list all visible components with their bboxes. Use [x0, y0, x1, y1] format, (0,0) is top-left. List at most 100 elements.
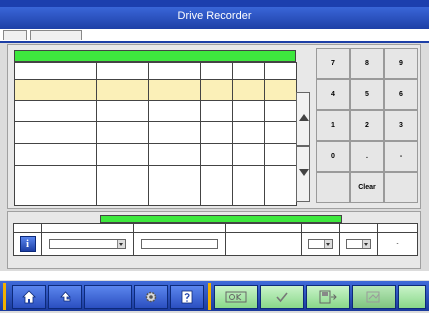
key-decimal[interactable]: .	[350, 141, 384, 172]
key-blank	[384, 172, 418, 203]
key-6[interactable]: 6	[384, 79, 418, 110]
table-cell: i	[13, 232, 42, 256]
key-minus[interactable]: -	[384, 141, 418, 172]
info-icon[interactable]: i	[19, 236, 36, 252]
check-icon	[276, 292, 288, 303]
dropdown-arrow-icon	[116, 240, 125, 248]
column-header-threshold	[133, 223, 226, 233]
key-0[interactable]: 0	[316, 141, 350, 172]
table-cell	[148, 165, 201, 206]
table-cell	[14, 143, 97, 166]
dropdown-arrow-icon	[362, 240, 371, 248]
export-button[interactable]	[352, 285, 396, 309]
blank-toolbar-button	[398, 285, 426, 309]
table-cell	[14, 121, 97, 144]
table-cell	[148, 143, 201, 166]
table-cell	[339, 232, 378, 256]
save-icon	[319, 290, 337, 304]
table-header-row	[13, 223, 418, 233]
table-cell	[41, 232, 134, 256]
table-cell	[264, 165, 297, 206]
table-row[interactable]	[14, 165, 297, 206]
table-cell	[264, 79, 297, 101]
settings-button[interactable]	[134, 285, 168, 309]
table-cell	[232, 121, 265, 144]
column-header-item-name	[41, 223, 134, 233]
table-cell	[264, 143, 297, 166]
tab-data-display[interactable]	[84, 30, 144, 40]
table-cell	[96, 100, 149, 122]
table-row: i -	[13, 232, 418, 256]
key-8[interactable]: 8	[350, 48, 384, 79]
help-icon	[181, 290, 193, 304]
back-icon	[60, 291, 71, 302]
item-setting-table: i -	[13, 223, 418, 256]
toolbar-separator	[208, 283, 211, 310]
key-5[interactable]: 5	[350, 79, 384, 110]
table-row[interactable]	[14, 79, 297, 101]
toolbar-separator	[3, 283, 6, 310]
home-icon	[22, 290, 36, 304]
table-cell	[232, 100, 265, 122]
condition-select[interactable]	[307, 239, 334, 249]
table-cell	[200, 79, 233, 101]
table-cell	[301, 232, 340, 256]
tab-drive-recorder[interactable]	[30, 30, 82, 40]
dropdown-arrow-icon	[324, 240, 333, 248]
table-cell	[96, 165, 149, 206]
column-header-item-name	[14, 62, 97, 80]
threshold-input[interactable]	[141, 239, 218, 249]
arrow-up-icon	[299, 114, 309, 121]
column-header-condition	[301, 223, 340, 233]
table-cell	[232, 79, 265, 101]
delete-button[interactable]	[316, 172, 350, 203]
table-cell	[232, 143, 265, 166]
save-button[interactable]	[306, 285, 350, 309]
ok-icon	[225, 291, 247, 303]
home-button[interactable]	[12, 285, 46, 309]
arrow-down-icon	[299, 169, 309, 176]
table-cell	[200, 143, 233, 166]
check-button[interactable]	[260, 285, 304, 309]
scroll-up-button[interactable]	[296, 92, 310, 146]
item-setting-title	[100, 215, 342, 223]
table-cell	[133, 232, 226, 256]
key-9[interactable]: 9	[384, 48, 418, 79]
tab-home[interactable]	[3, 30, 27, 40]
table-cell	[148, 100, 201, 122]
key-3[interactable]: 3	[384, 110, 418, 141]
table-cell	[148, 121, 201, 144]
scroll-down-button[interactable]	[296, 146, 310, 202]
table-row[interactable]	[14, 121, 297, 144]
key-7[interactable]: 7	[316, 48, 350, 79]
table-cell	[264, 121, 297, 144]
storage-select[interactable]	[345, 239, 372, 249]
table-cell	[148, 79, 201, 101]
table-cell	[200, 165, 233, 206]
table-row[interactable]	[14, 100, 297, 122]
back-button[interactable]	[48, 285, 82, 309]
column-header-unit	[148, 62, 201, 80]
item-name-select[interactable]	[49, 239, 126, 249]
help-button[interactable]	[170, 285, 204, 309]
table-cell	[14, 79, 97, 101]
export-icon	[366, 291, 380, 303]
key-4[interactable]: 4	[316, 79, 350, 110]
clear-button[interactable]: Clear	[350, 172, 384, 203]
column-header-mode	[377, 223, 418, 233]
column-header-condition	[200, 62, 233, 80]
key-1[interactable]: 1	[316, 110, 350, 141]
table-cell	[14, 100, 97, 122]
table-row[interactable]	[14, 143, 297, 166]
table-cell	[200, 121, 233, 144]
column-header-storage	[339, 223, 378, 233]
key-2[interactable]: 2	[350, 110, 384, 141]
column-header-storage	[232, 62, 265, 80]
table-header-row	[14, 62, 297, 80]
blank-toolbar-button	[84, 285, 132, 309]
table-cell	[264, 100, 297, 122]
table-cell	[96, 121, 149, 144]
table-cell	[96, 79, 149, 101]
table-cell	[200, 100, 233, 122]
ok-button[interactable]	[214, 285, 258, 309]
